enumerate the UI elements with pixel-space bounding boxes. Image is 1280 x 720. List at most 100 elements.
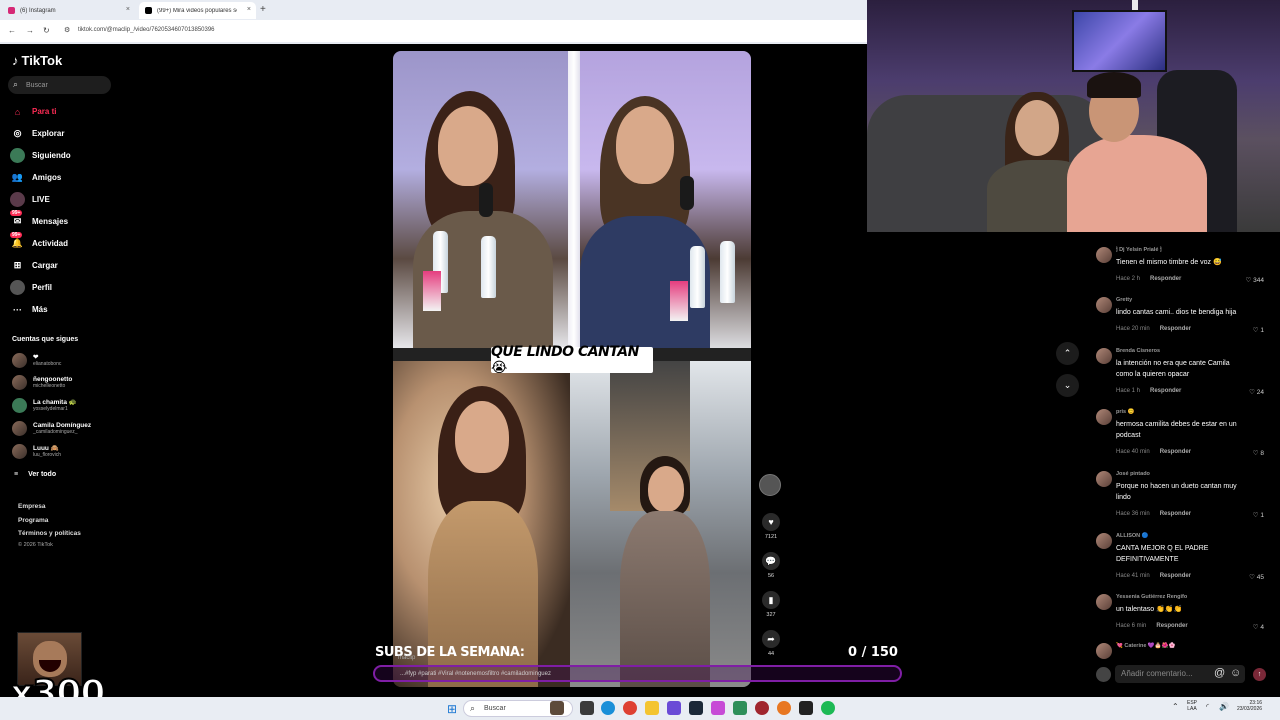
- share-icon: ➦: [762, 630, 780, 648]
- new-tab-button[interactable]: +: [260, 4, 266, 15]
- chevron-down-icon: ⌄: [1063, 380, 1072, 390]
- creator-avatar[interactable]: [759, 474, 781, 496]
- spotify-icon[interactable]: [821, 701, 835, 715]
- app-icon[interactable]: [733, 701, 747, 715]
- avatar[interactable]: [1096, 297, 1112, 313]
- nav-explore[interactable]: ◎ Explorar: [10, 126, 65, 141]
- nav-messages[interactable]: ✉ 99+ Mensajes: [10, 210, 68, 229]
- app-icon[interactable]: [755, 701, 769, 715]
- share-button[interactable]: ➦ 44: [762, 630, 780, 657]
- nav-profile[interactable]: Perfil: [10, 280, 52, 295]
- followed-account[interactable]: ❤ elianatobonc: [12, 353, 61, 368]
- home-icon: ⌂: [14, 106, 21, 117]
- comment-like-button[interactable]: ♡ 1: [1253, 511, 1264, 519]
- emoji-icon[interactable]: ☺: [1230, 667, 1241, 679]
- reply-button[interactable]: Responder: [1150, 276, 1181, 282]
- tab-instagram[interactable]: (6) Instagram ×: [2, 2, 135, 19]
- widgets-icon[interactable]: [550, 701, 564, 715]
- tab-title: (6) Instagram: [20, 7, 56, 14]
- comment-like-button[interactable]: ♡ 344: [1246, 276, 1265, 284]
- volume-icon[interactable]: 🔊: [1219, 702, 1229, 711]
- tab-title: (99+) Mira videos populares sob: [157, 7, 237, 14]
- comment-like-button[interactable]: ♡ 45: [1249, 573, 1264, 581]
- site-info-icon[interactable]: ⚙: [64, 26, 70, 34]
- tiktok-logo[interactable]: ♪ TikTok: [12, 53, 62, 68]
- avatar[interactable]: [1096, 409, 1112, 425]
- app-icon[interactable]: [777, 701, 791, 715]
- nav-upload[interactable]: ⊞ Cargar: [10, 258, 58, 273]
- comment-like-button[interactable]: ♡ 4: [1253, 623, 1264, 631]
- footer-link-program[interactable]: Programa: [18, 517, 48, 524]
- edge-icon[interactable]: [601, 701, 615, 715]
- reply-button[interactable]: Responder: [1150, 388, 1181, 394]
- avatar[interactable]: [1096, 471, 1112, 487]
- comment-icon: 💬: [762, 552, 780, 570]
- back-button[interactable]: ←: [8, 26, 16, 35]
- video-author[interactable]: maclip: [398, 655, 415, 661]
- arrow-up-icon: ↑: [1257, 671, 1262, 678]
- bell-icon: 🔔 99+: [10, 232, 24, 248]
- followed-account[interactable]: Camila Domínguez _camiladominguez_: [12, 421, 91, 436]
- avatar[interactable]: [1096, 594, 1112, 610]
- inbox-icon: ✉ 99+: [10, 210, 23, 226]
- file-explorer-icon[interactable]: [645, 701, 659, 715]
- reply-button[interactable]: Responder: [1160, 326, 1191, 332]
- nav-for-you[interactable]: ⌂ Para ti: [10, 104, 57, 119]
- like-button[interactable]: ♥ 7121: [762, 513, 780, 540]
- footer-link-company[interactable]: Empresa: [18, 503, 45, 510]
- followed-account[interactable]: La chamita 🐢 yosselydelmar1: [12, 398, 77, 413]
- footer-link-terms[interactable]: Términos y políticas: [18, 530, 81, 537]
- video-player[interactable]: QUE LINDO CANTAN😭: [393, 51, 751, 687]
- heart-icon: ♥: [762, 513, 780, 531]
- comment-like-button[interactable]: ♡ 8: [1253, 449, 1264, 457]
- reply-button[interactable]: Responder: [1160, 511, 1191, 517]
- clock[interactable]: 23:16 23/03/2026: [1237, 700, 1262, 712]
- previous-video-button[interactable]: ⌃: [1056, 342, 1079, 365]
- forward-button[interactable]: →: [26, 26, 34, 35]
- comment-composer: Añadir comentario... @ ☺ ↑: [1096, 663, 1270, 685]
- avatar[interactable]: [1096, 533, 1112, 549]
- comment-button[interactable]: 💬 56: [762, 552, 780, 579]
- friends-icon: 👥: [11, 172, 24, 182]
- nav-friends[interactable]: 👥 Amigos: [10, 170, 61, 185]
- close-tab-icon[interactable]: ×: [247, 6, 251, 13]
- see-all-button[interactable]: ≡ Ver todo: [14, 471, 56, 478]
- chrome-icon[interactable]: [623, 701, 637, 715]
- app-icon[interactable]: [711, 701, 725, 715]
- nav-following[interactable]: Siguiendo: [10, 148, 71, 163]
- video-frame-bottom-left: [393, 361, 570, 687]
- task-view-icon[interactable]: [580, 701, 594, 715]
- reply-button[interactable]: Responder: [1160, 449, 1191, 455]
- nav-more[interactable]: ··· Más: [10, 302, 48, 317]
- comment-count: 56: [767, 573, 775, 579]
- comment-like-button[interactable]: ♡ 1: [1253, 326, 1264, 334]
- followed-account[interactable]: ñengoonetto michelleonetto: [12, 375, 72, 390]
- nav-activity[interactable]: 🔔 99+ Actividad: [10, 232, 68, 251]
- nav-live[interactable]: LIVE: [10, 192, 50, 207]
- next-video-button[interactable]: ⌄: [1056, 374, 1079, 397]
- search-input[interactable]: ⌕ Buscar: [8, 76, 111, 94]
- steam-icon[interactable]: [689, 701, 703, 715]
- reload-button[interactable]: ↻: [43, 26, 50, 35]
- discord-icon[interactable]: [667, 701, 681, 715]
- mention-icon[interactable]: @: [1214, 667, 1225, 679]
- url-field[interactable]: tiktok.com/@maclip_/video/76205346070138…: [78, 27, 215, 33]
- reply-button[interactable]: Responder: [1156, 623, 1187, 629]
- start-button[interactable]: ⊞: [447, 702, 457, 716]
- chevron-up-icon[interactable]: ⌃: [1172, 702, 1179, 711]
- tab-tiktok[interactable]: (99+) Mira videos populares sob ×: [139, 2, 256, 19]
- comment-input[interactable]: Añadir comentario...: [1115, 665, 1245, 683]
- send-button[interactable]: ↑: [1253, 668, 1266, 681]
- save-button[interactable]: ▮ 327: [762, 591, 780, 618]
- avatar[interactable]: [1096, 348, 1112, 364]
- reply-button[interactable]: Responder: [1160, 573, 1191, 579]
- webcam-feed: [867, 0, 1280, 232]
- close-tab-icon[interactable]: ×: [126, 6, 130, 13]
- avatar[interactable]: [1096, 247, 1112, 263]
- language-indicator[interactable]: ESP LAA: [1187, 700, 1197, 712]
- comment-like-button[interactable]: ♡ 24: [1249, 388, 1264, 396]
- avatar[interactable]: [1096, 643, 1112, 659]
- wifi-icon[interactable]: ◜: [1206, 702, 1209, 711]
- app-icon[interactable]: [799, 701, 813, 715]
- followed-account[interactable]: Luuu 🙈 luu_florovich: [12, 444, 61, 459]
